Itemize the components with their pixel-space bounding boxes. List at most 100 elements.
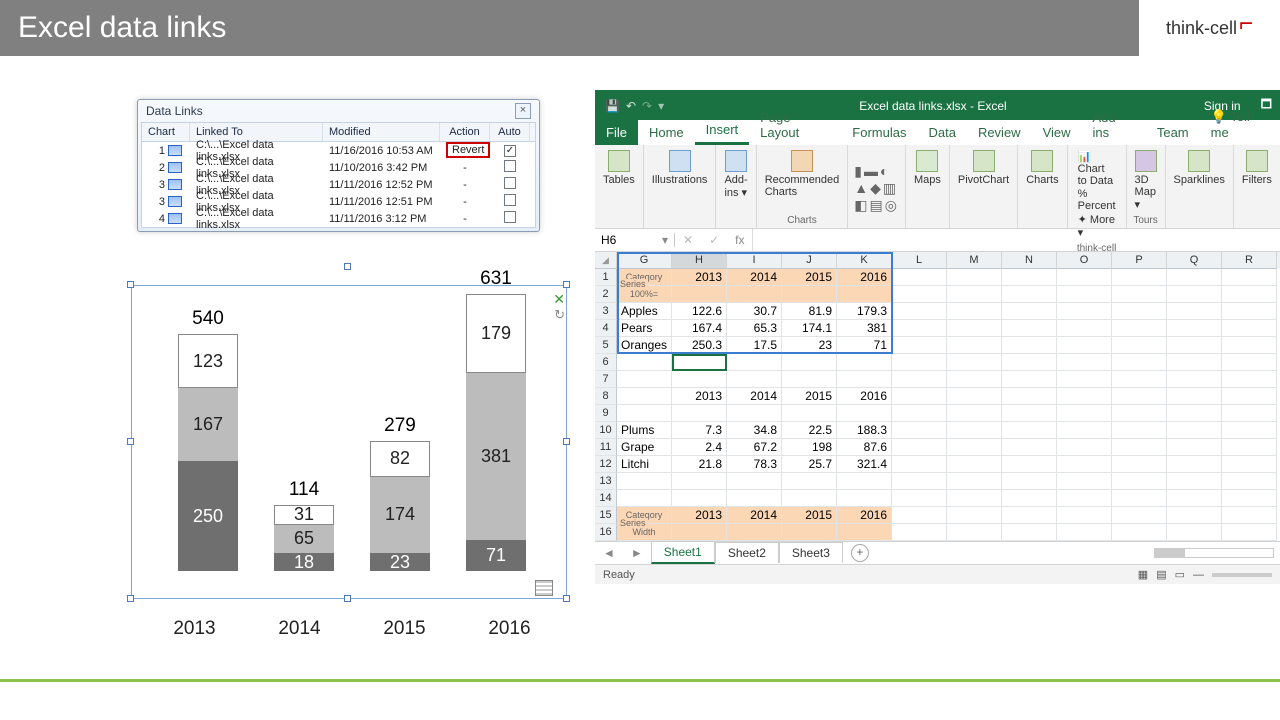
- filters-button[interactable]: Filters: [1240, 148, 1274, 188]
- tab-addins[interactable]: Add-ins: [1082, 105, 1146, 145]
- view-layout-icon[interactable]: ▤: [1156, 568, 1166, 581]
- auto-checkbox[interactable]: [504, 194, 516, 206]
- save-icon[interactable]: 💾: [605, 99, 620, 113]
- sheet-tab-3[interactable]: Sheet3: [779, 542, 843, 563]
- resize-handle[interactable]: [563, 281, 570, 288]
- maps-button[interactable]: Maps: [912, 148, 943, 188]
- column-header[interactable]: K: [837, 252, 892, 269]
- 3d-map-button[interactable]: 3D Map ▾: [1133, 148, 1159, 213]
- redo-icon[interactable]: ↷: [642, 99, 652, 113]
- grid-row[interactable]: 7: [595, 371, 1280, 388]
- horizontal-scrollbar[interactable]: [1154, 548, 1274, 558]
- cancel-icon[interactable]: ✕: [675, 233, 701, 247]
- undo-icon[interactable]: ↶: [626, 99, 636, 113]
- column-header[interactable]: P: [1112, 252, 1167, 269]
- page-title: Excel data links: [18, 11, 226, 45]
- recommended-charts-button[interactable]: Recommended Charts: [763, 148, 842, 200]
- tab-page-layout[interactable]: Page Layout: [749, 105, 841, 145]
- data-sheet-icon[interactable]: [535, 580, 553, 596]
- auto-checkbox[interactable]: [504, 160, 516, 172]
- tc-percent[interactable]: % Percent: [1078, 188, 1116, 212]
- grid-row[interactable]: 11Grape2.467.219887.6: [595, 439, 1280, 456]
- zoom-slider[interactable]: [1212, 573, 1272, 577]
- delete-icon[interactable]: ✕: [553, 291, 565, 308]
- column-header[interactable]: O: [1057, 252, 1112, 269]
- data-links-dialog: Data Links × Chart Linked To Modified Ac…: [137, 99, 540, 232]
- sheet-nav-left[interactable]: ◄: [595, 546, 623, 560]
- grid-row[interactable]: 12Litchi21.878.325.7321.4: [595, 456, 1280, 473]
- column-header[interactable]: H: [672, 252, 727, 269]
- addins-button[interactable]: Add-ins ▾: [722, 148, 749, 201]
- column-header[interactable]: G: [617, 252, 672, 269]
- grid-row[interactable]: 9: [595, 405, 1280, 422]
- sheet-nav-right[interactable]: ►: [623, 546, 651, 560]
- column-header[interactable]: L: [892, 252, 947, 269]
- grid-row[interactable]: 82013201420152016: [595, 388, 1280, 405]
- tell-me[interactable]: 💡 Tell me: [1200, 104, 1280, 145]
- column-header[interactable]: M: [947, 252, 1002, 269]
- column-header[interactable]: J: [782, 252, 837, 269]
- grid-row[interactable]: 13: [595, 473, 1280, 490]
- column-header[interactable]: R: [1222, 252, 1277, 269]
- name-box[interactable]: H6▾: [595, 233, 675, 247]
- grid-row[interactable]: 3Apples122.630.781.9179.3: [595, 303, 1280, 320]
- tables-button[interactable]: Tables: [601, 148, 637, 188]
- column-header[interactable]: Q: [1167, 252, 1222, 269]
- dialog-close-icon[interactable]: ×: [515, 103, 531, 119]
- tab-formulas[interactable]: Formulas: [841, 120, 917, 145]
- grid-row[interactable]: 5Oranges250.317.52371: [595, 337, 1280, 354]
- spreadsheet-grid[interactable]: ◢GHIJKLMNOPQR 1Category20132014201520162…: [595, 252, 1280, 541]
- tab-insert[interactable]: Insert: [695, 117, 750, 145]
- data-link-row[interactable]: 4 C:\...\Excel data links.xlsx11/11/2016…: [142, 210, 535, 227]
- tc-chart-to-data[interactable]: 📊 Chart to Data: [1078, 150, 1116, 187]
- column-header[interactable]: N: [1002, 252, 1057, 269]
- tab-view[interactable]: View: [1032, 120, 1082, 145]
- sparklines-button[interactable]: Sparklines: [1172, 148, 1227, 188]
- illustrations-button[interactable]: Illustrations: [650, 148, 710, 188]
- pivotchart-button[interactable]: PivotChart: [956, 148, 1011, 188]
- enter-icon[interactable]: ✓: [701, 233, 727, 247]
- bar-column[interactable]: 114 31 65 18: [274, 554, 334, 571]
- resize-handle[interactable]: [127, 595, 134, 602]
- resize-handle[interactable]: [344, 263, 351, 270]
- charts-button[interactable]: Charts: [1024, 148, 1060, 188]
- bar-column[interactable]: 279 82 174 23: [370, 563, 430, 571]
- view-normal-icon[interactable]: ▦: [1138, 568, 1148, 581]
- resize-handle[interactable]: [127, 438, 134, 445]
- resize-handle[interactable]: [563, 595, 570, 602]
- sheet-tab-2[interactable]: Sheet2: [715, 542, 779, 563]
- resize-handle[interactable]: [127, 281, 134, 288]
- grid-row[interactable]: 4Pears167.465.3174.1381: [595, 320, 1280, 337]
- fx-icon[interactable]: fx: [727, 233, 752, 247]
- chart-type-icons[interactable]: ▮▬◐▲◆▥◧▤◎: [854, 163, 899, 214]
- resize-handle[interactable]: [563, 438, 570, 445]
- auto-checkbox[interactable]: ✓: [504, 145, 516, 157]
- ribbon-tabs: File Home Insert Page Layout Formulas Da…: [595, 120, 1280, 145]
- grid-row[interactable]: 2100%=: [595, 286, 1280, 303]
- revert-button[interactable]: Revert: [446, 142, 490, 158]
- grid-row[interactable]: 10Plums7.334.822.5188.3: [595, 422, 1280, 439]
- grid-row[interactable]: 15Category2013201420152016: [595, 507, 1280, 524]
- auto-checkbox[interactable]: [504, 177, 516, 189]
- auto-checkbox[interactable]: [504, 211, 516, 223]
- ribbon: Tables Illustrations Add-ins ▾ Recommend…: [595, 145, 1280, 229]
- tab-data[interactable]: Data: [917, 120, 966, 145]
- grid-row[interactable]: 16Width: [595, 524, 1280, 541]
- formula-input[interactable]: [752, 229, 1280, 251]
- grid-row[interactable]: 6: [595, 354, 1280, 371]
- sheet-tab-1[interactable]: Sheet1: [651, 541, 715, 564]
- column-header[interactable]: I: [727, 252, 782, 269]
- refresh-icon[interactable]: ↻: [554, 307, 565, 323]
- view-break-icon[interactable]: ▭: [1175, 568, 1185, 581]
- stacked-bar-chart[interactable]: 540 123 167 250 114 31 65 18 279 82 174 …: [122, 263, 575, 643]
- tab-file[interactable]: File: [595, 120, 638, 145]
- tab-home[interactable]: Home: [638, 120, 695, 145]
- tab-review[interactable]: Review: [967, 120, 1032, 145]
- new-sheet-button[interactable]: +: [851, 544, 869, 562]
- x-axis-label: 2014: [247, 618, 352, 640]
- status-bar: Ready ▦ ▤ ▭ —: [595, 564, 1280, 584]
- formula-bar: H6▾ ✕ ✓ fx: [595, 229, 1280, 252]
- grid-row[interactable]: 1Category2013201420152016: [595, 269, 1280, 286]
- tab-team[interactable]: Team: [1146, 120, 1200, 145]
- grid-row[interactable]: 14: [595, 490, 1280, 507]
